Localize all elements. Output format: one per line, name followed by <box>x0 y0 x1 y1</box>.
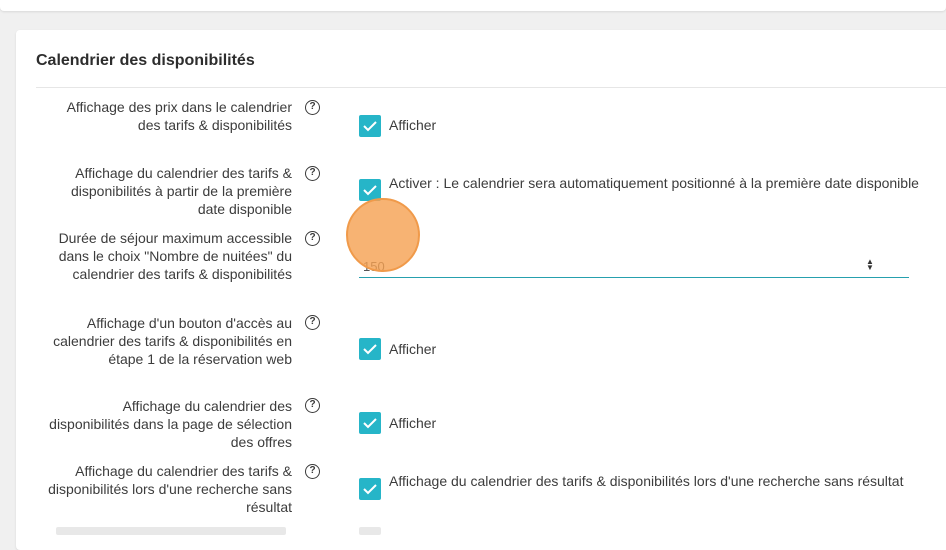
checkbox-no-result-search[interactable] <box>359 478 381 500</box>
label-access-button: Affichage d'un bouton d'accès au calendr… <box>53 315 292 367</box>
checkmark-icon <box>363 484 377 495</box>
checkbox-prices-in-calendar[interactable] <box>359 115 381 137</box>
checkbox-access-button[interactable] <box>359 338 381 360</box>
help-icon[interactable]: ? <box>305 100 320 115</box>
click-indicator <box>346 198 420 272</box>
help-icon[interactable]: ? <box>305 398 320 413</box>
label-max-stay-duration: Durée de séjour maximum accessible dans … <box>58 230 292 282</box>
number-spinner-icon[interactable]: ▲ ▼ <box>865 258 875 273</box>
help-icon[interactable]: ? <box>305 166 320 181</box>
max-stay-input[interactable] <box>359 256 909 278</box>
label-prices-in-calendar: Affichage des prix dans le calendrier de… <box>66 99 292 133</box>
option-access-button: Afficher <box>389 341 437 357</box>
checkmark-icon <box>363 344 377 355</box>
title-divider <box>36 87 946 88</box>
option-prices-in-calendar: Afficher <box>389 117 437 133</box>
option-no-result-search: Affichage du calendrier des tarifs & dis… <box>389 473 904 489</box>
help-icon[interactable]: ? <box>305 315 320 330</box>
help-icon[interactable]: ? <box>305 464 320 479</box>
label-first-available-date: Affichage du calendrier des tarifs & dis… <box>71 165 292 217</box>
checkbox-offers-page[interactable] <box>359 412 381 434</box>
previous-card <box>0 0 946 11</box>
availability-calendar-card: Calendrier des disponibilités Affichage … <box>16 30 946 550</box>
next-row-label-cutoff <box>56 527 286 535</box>
checkmark-icon <box>363 121 377 132</box>
option-first-available-date: Activer : Le calendrier sera automatique… <box>389 175 919 191</box>
checkmark-icon <box>363 418 377 429</box>
card-title: Calendrier des disponibilités <box>36 52 255 69</box>
label-offers-page: Affichage du calendrier des disponibilit… <box>49 398 292 450</box>
label-no-result-search: Affichage du calendrier des tarifs & dis… <box>48 463 292 515</box>
option-offers-page: Afficher <box>389 415 437 431</box>
checkmark-icon <box>363 185 377 196</box>
help-icon[interactable]: ? <box>305 231 320 246</box>
next-row-checkbox-cutoff <box>359 527 381 535</box>
